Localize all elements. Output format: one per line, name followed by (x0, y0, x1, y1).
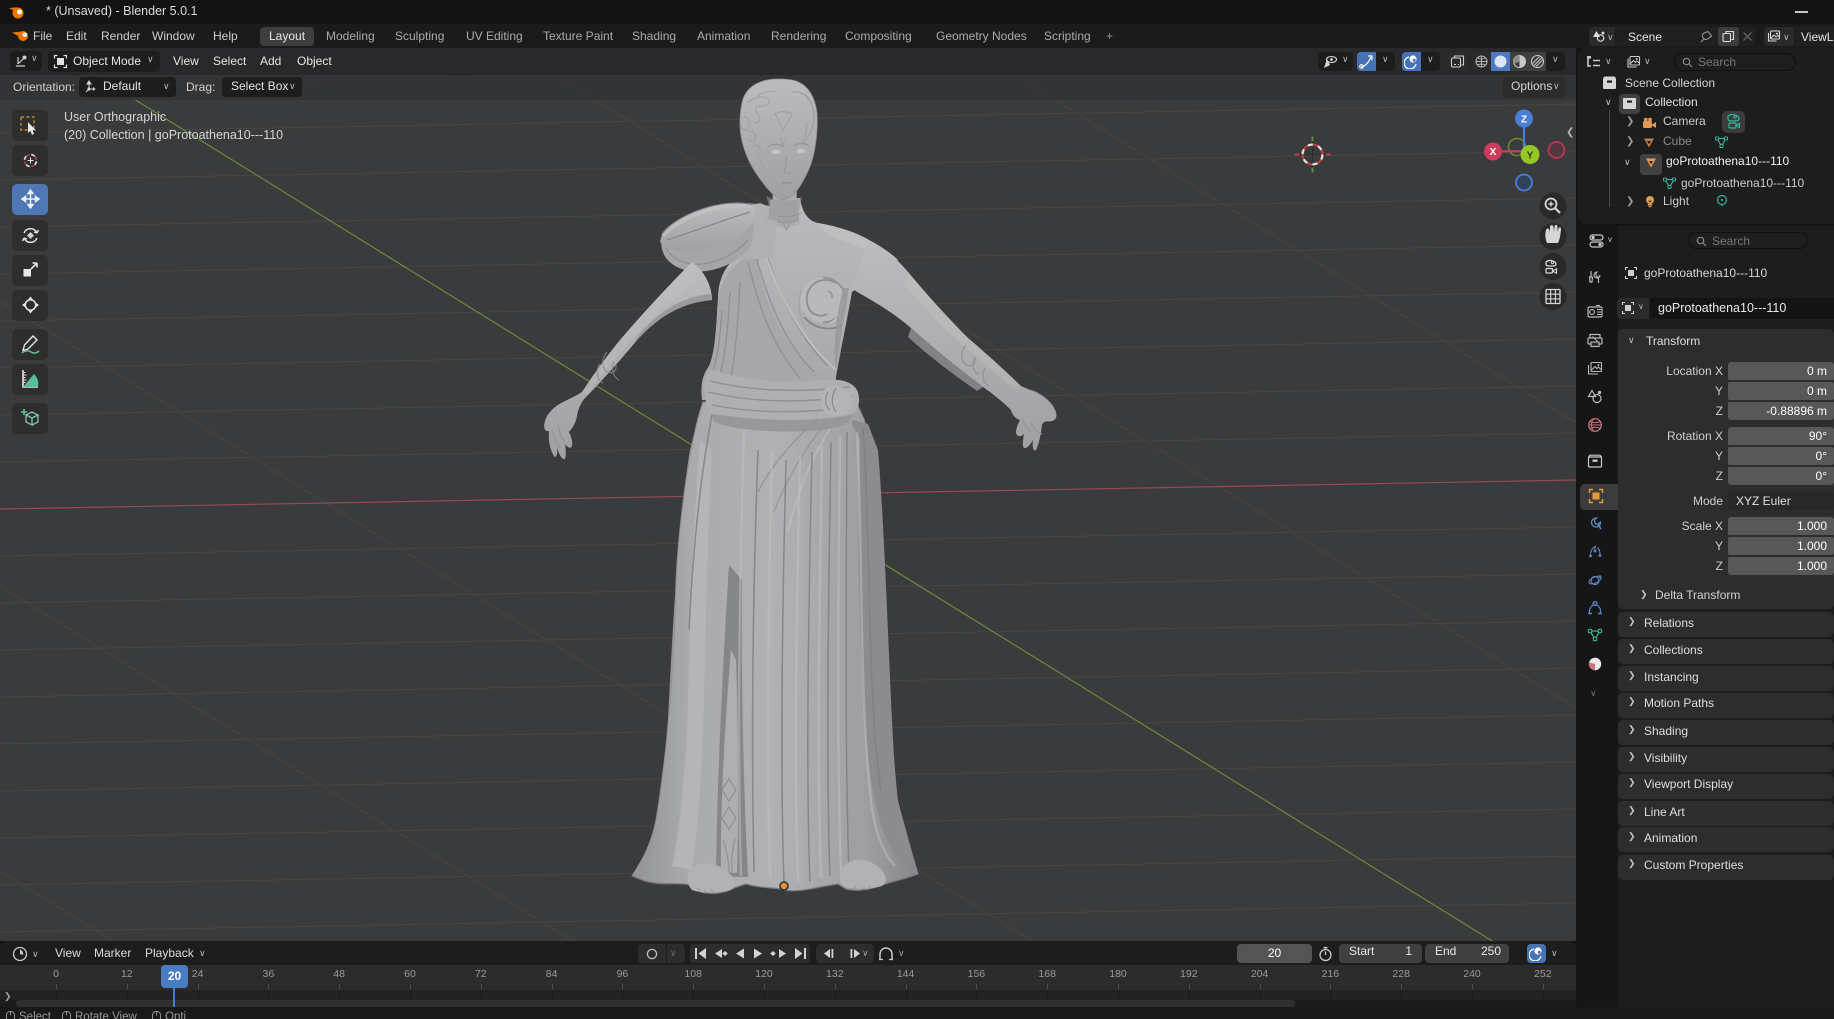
svg-text:User Orthographic: User Orthographic (64, 110, 166, 124)
svg-text:Z: Z (1521, 115, 1527, 126)
svg-text:Y: Y (1527, 151, 1534, 162)
svg-text:(20) Collection | goProtoathen: (20) Collection | goProtoathena10---110 (64, 128, 283, 142)
svg-text:❮: ❮ (1566, 127, 1574, 138)
svg-text:X: X (1490, 147, 1497, 158)
